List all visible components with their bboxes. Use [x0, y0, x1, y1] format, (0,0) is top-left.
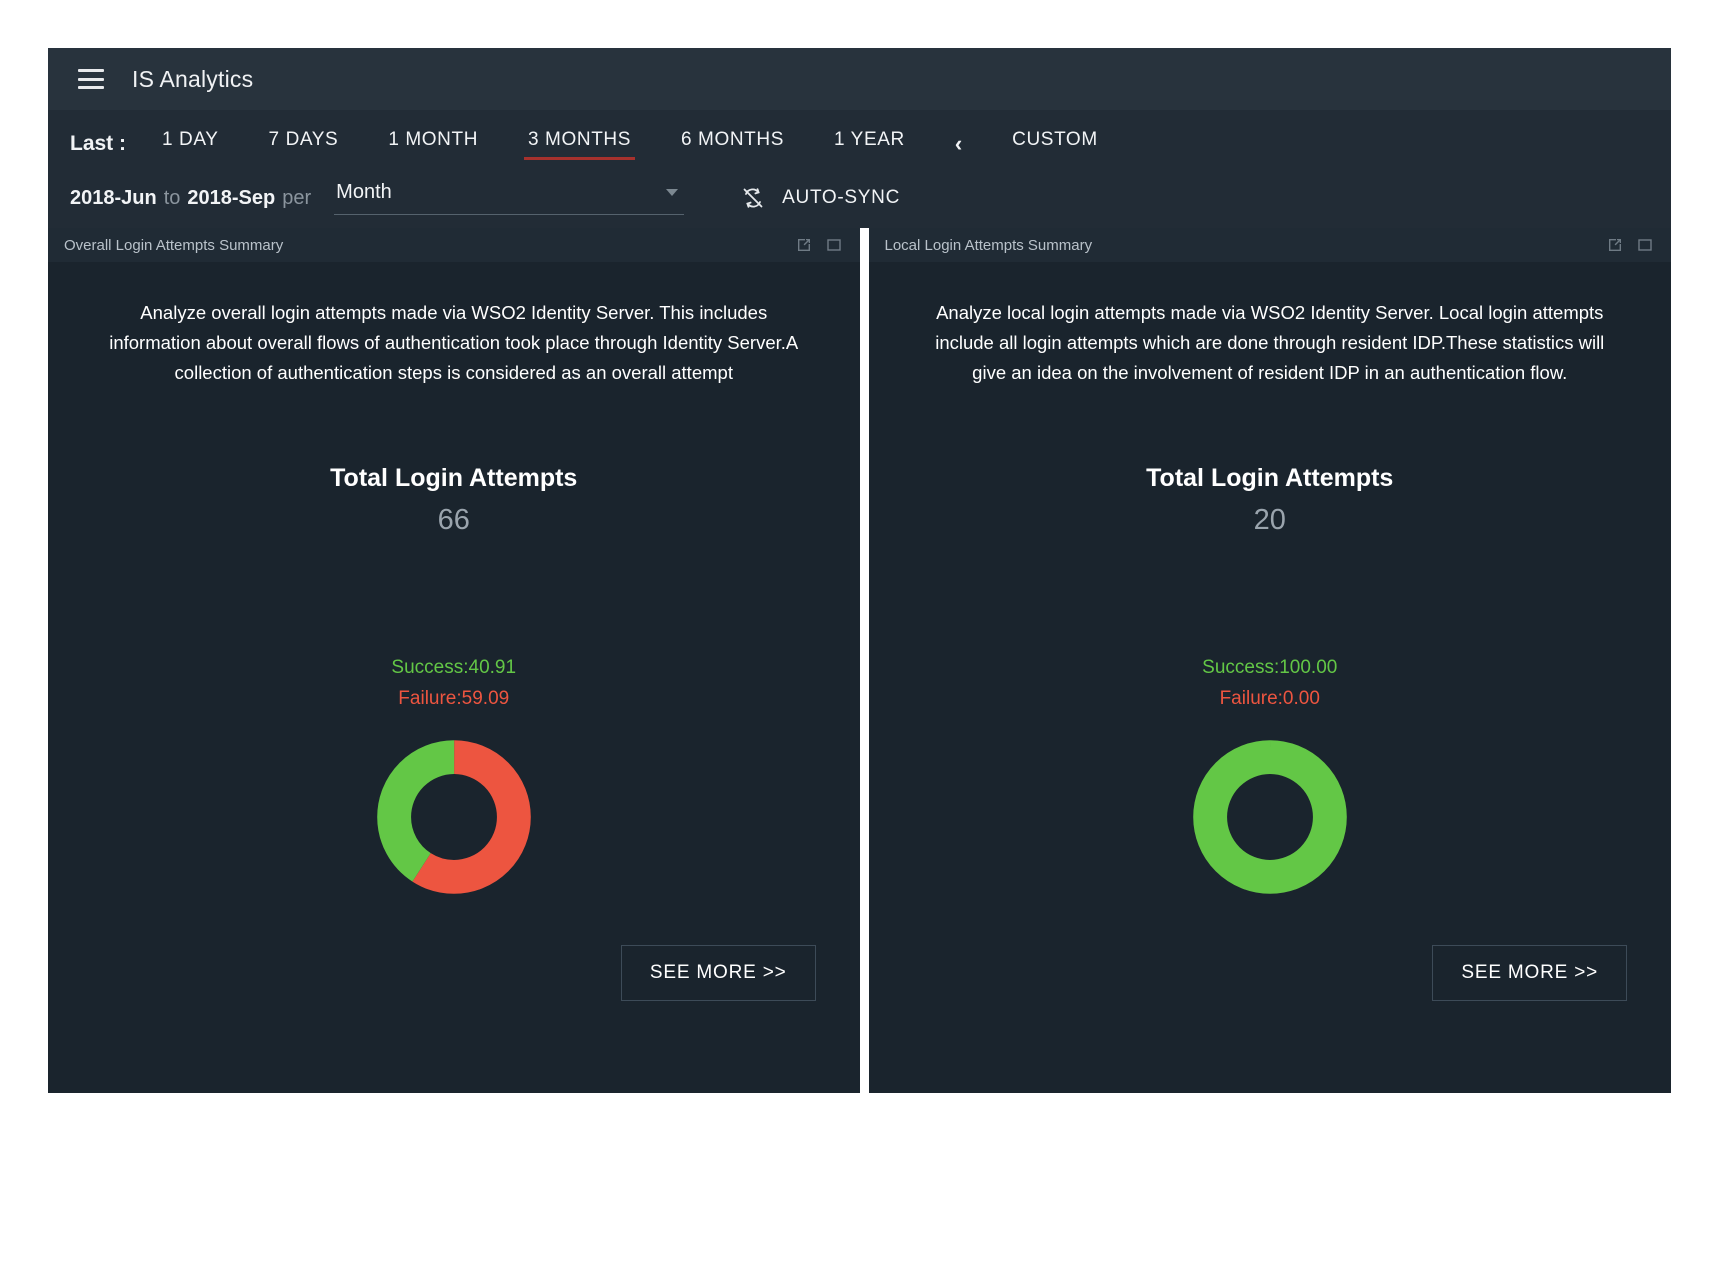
external-link-icon[interactable] [796, 237, 812, 253]
range-option-6-months[interactable]: 6 MONTHS [681, 129, 784, 160]
chevron-down-icon [666, 189, 679, 196]
chart-legend: Success:40.91 Failure:59.09 [90, 657, 818, 710]
last-label: Last : [70, 132, 127, 155]
chevron-left-icon[interactable]: ‹ [955, 131, 962, 157]
dashboard-cards: Overall Login Attempts Summary Analyze o… [48, 228, 1671, 1093]
auto-sync-toggle[interactable]: AUTO-SYNC [740, 186, 900, 210]
page-root: IS Analytics Last : 1 DAY 7 DAYS 1 MONTH… [0, 0, 1719, 1269]
range-option-3-months[interactable]: 3 MONTHS [524, 129, 635, 160]
range-per-label: per [282, 186, 312, 209]
metric-title: Total Login Attempts [1146, 463, 1394, 492]
card-description: Analyze local login attempts made via WS… [935, 302, 1605, 383]
donut-segment-success [376, 740, 531, 894]
legend-success: Success:100.00 [1202, 656, 1338, 678]
see-more-button[interactable]: SEE MORE >> [1432, 945, 1627, 1001]
external-link-icon[interactable] [1607, 237, 1623, 253]
see-more-container: SEE MORE >> [620, 945, 816, 1001]
card-title: Local Login Attempts Summary [884, 236, 1093, 254]
see-more-button[interactable]: SEE MORE >> [620, 945, 816, 1001]
granularity-select[interactable]: Month [334, 181, 685, 215]
donut-svg [1192, 740, 1347, 894]
range-option-custom[interactable]: CUSTOM [1012, 129, 1098, 160]
range-option-1-day[interactable]: 1 DAY [162, 129, 219, 160]
time-range-bar: Last : 1 DAY 7 DAYS 1 MONTH 3 MONTHS 6 M… [48, 110, 1671, 228]
granularity-value: Month [336, 181, 392, 203]
range-option-1-year[interactable]: 1 YEAR [834, 129, 905, 160]
see-more-container: SEE MORE >> [1432, 945, 1627, 1001]
donut-chart-overall [90, 738, 818, 896]
range-option-1-month[interactable]: 1 MONTH [388, 129, 478, 160]
legend-failure: Failure:0.00 [1219, 687, 1320, 709]
maximize-icon[interactable] [826, 237, 842, 253]
chart-legend: Success:100.00 Failure:0.00 [911, 657, 1630, 710]
hamburger-menu-icon[interactable] [78, 69, 104, 89]
analytics-app-window: IS Analytics Last : 1 DAY 7 DAYS 1 MONTH… [48, 48, 1671, 1093]
metric-title: Total Login Attempts [330, 463, 578, 492]
legend-success: Success:40.91 [391, 656, 517, 678]
card-body: Analyze local login attempts made via WS… [869, 262, 1672, 1093]
auto-sync-label: AUTO-SYNC [782, 187, 901, 208]
range-to-label: to [163, 186, 181, 209]
legend-failure: Failure:59.09 [398, 687, 510, 709]
card-body: Analyze overall login attempts made via … [48, 262, 860, 1093]
card-title: Overall Login Attempts Summary [64, 236, 284, 254]
range-from: 2018-Jun [70, 186, 157, 209]
donut-segment-success [1192, 740, 1347, 894]
top-bar: IS Analytics [48, 48, 1671, 110]
card-overall-login-attempts: Overall Login Attempts Summary Analyze o… [48, 228, 860, 1093]
donut-svg [376, 740, 531, 894]
card-header: Local Login Attempts Summary [868, 228, 1671, 262]
donut-chart-local [911, 738, 1630, 896]
card-description: Analyze overall login attempts made via … [109, 302, 799, 383]
sync-disabled-icon [743, 188, 763, 208]
date-range-summary-row: 2018-Jun to 2018-Sep per Month AUTO-SYNC [70, 172, 1671, 224]
metric-value: 20 [1253, 503, 1286, 536]
range-to: 2018-Sep [187, 186, 276, 209]
metric-value: 66 [437, 503, 470, 536]
time-range-options-row: Last : 1 DAY 7 DAYS 1 MONTH 3 MONTHS 6 M… [70, 110, 1671, 172]
card-header: Overall Login Attempts Summary [48, 228, 860, 262]
card-local-login-attempts: Local Login Attempts Summary Analyze loc… [859, 228, 1672, 1093]
range-option-7-days[interactable]: 7 DAYS [269, 129, 339, 160]
app-title: IS Analytics [132, 65, 254, 92]
maximize-icon[interactable] [1637, 237, 1653, 253]
